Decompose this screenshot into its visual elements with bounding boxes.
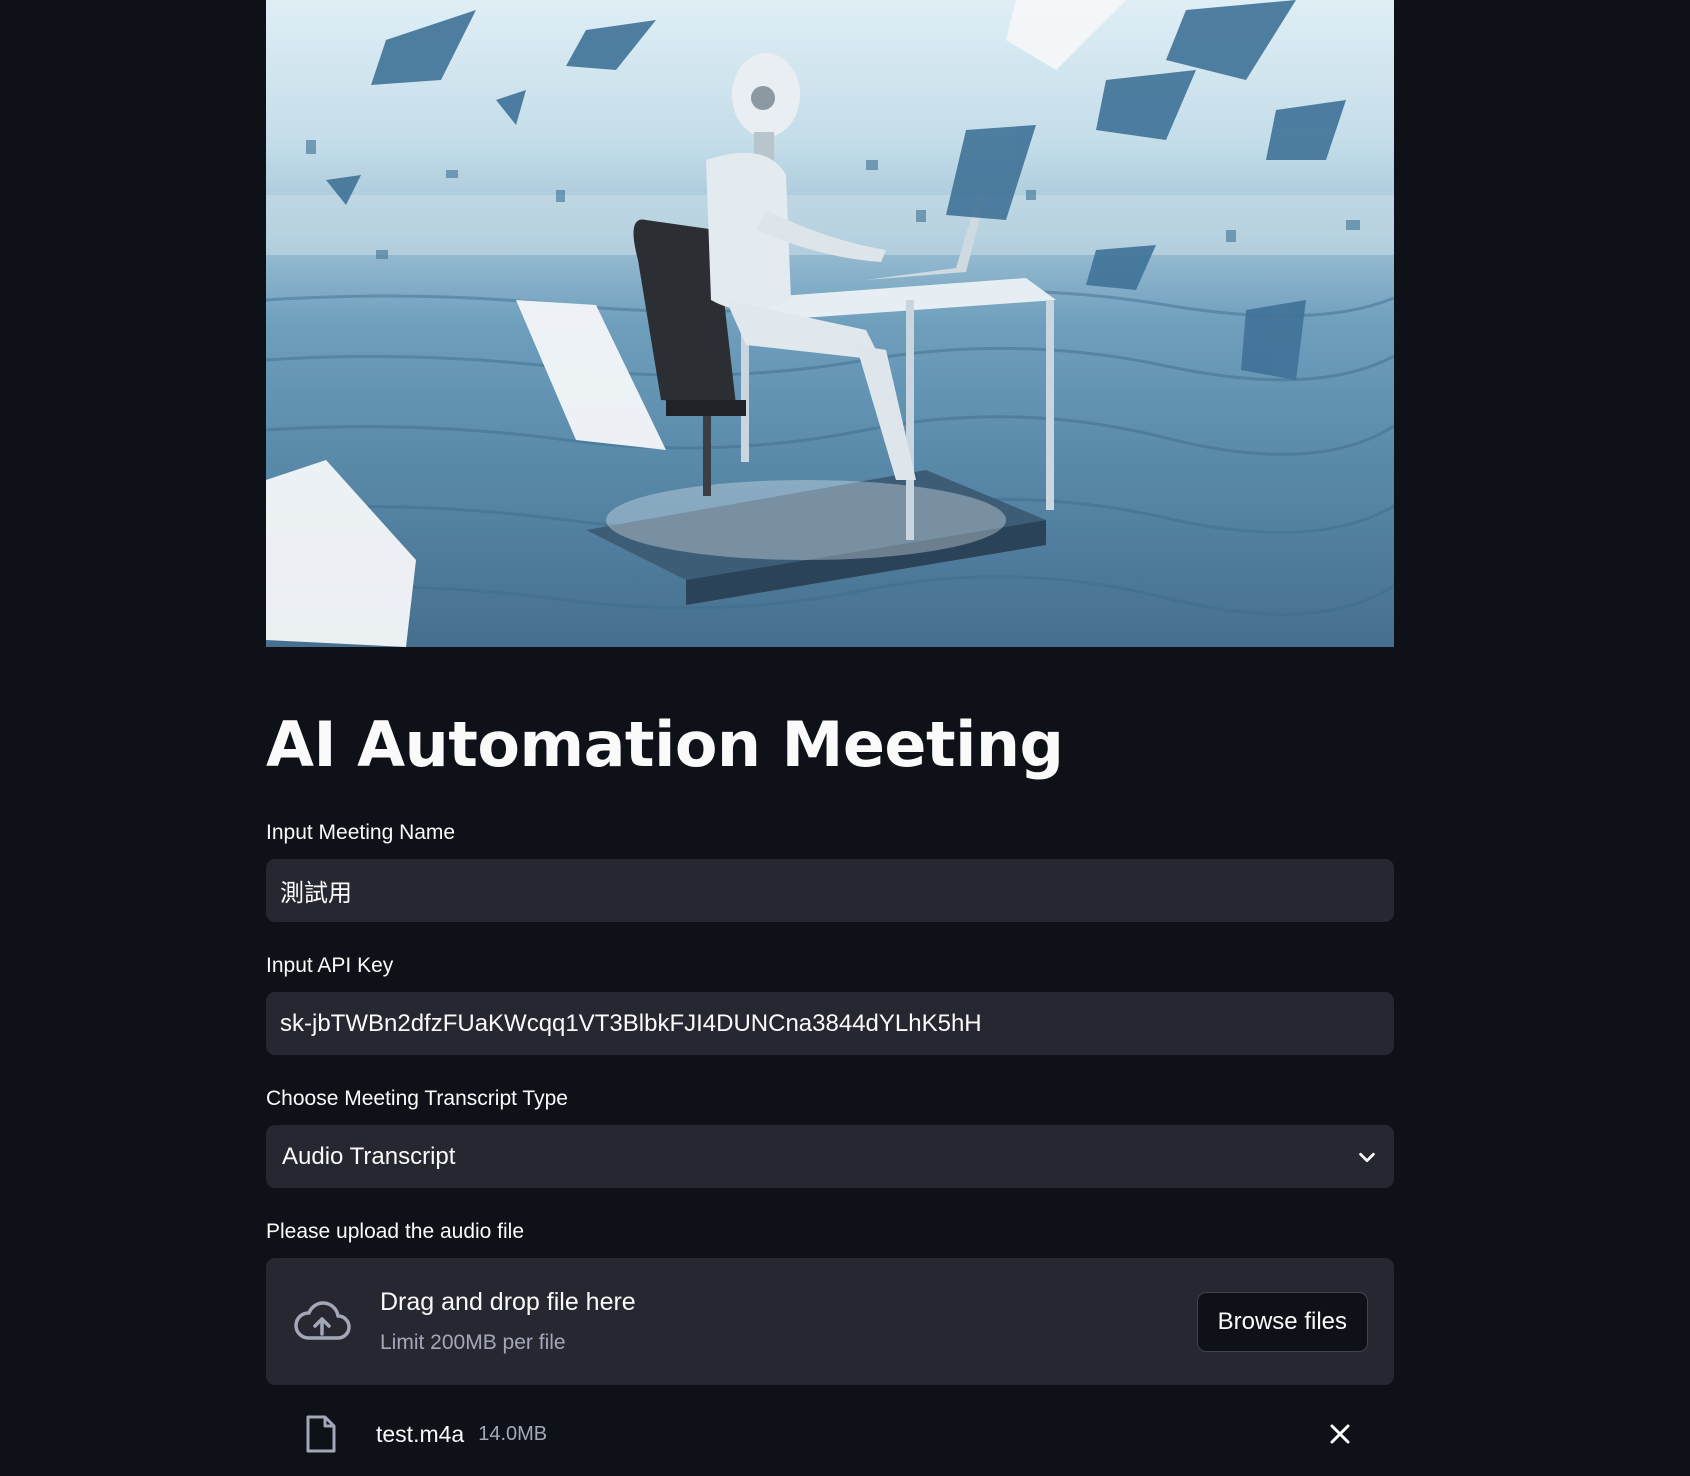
uploaded-file-name: test.m4a bbox=[376, 1420, 465, 1447]
dropzone-texts: Drag and drop file here Limit 200MB per … bbox=[380, 1288, 1197, 1355]
meeting-name-label: Input Meeting Name bbox=[266, 821, 456, 845]
file-dropzone[interactable]: Drag and drop file here Limit 200MB per … bbox=[266, 1258, 1394, 1386]
upload-field: Please upload the audio file Drag and dr… bbox=[266, 1220, 1394, 1386]
dropzone-instruction: Drag and drop file here bbox=[380, 1288, 636, 1317]
uploaded-file-item: test.m4a 14.0MB bbox=[266, 1399, 1394, 1469]
hero-image bbox=[266, 0, 1394, 647]
chevron-down-icon bbox=[1359, 1152, 1375, 1162]
api-key-field: Input API Key sk-jbTWBn2dfzFUaKWcqq1VT3B… bbox=[266, 954, 1394, 1056]
transcript-type-field: Choose Meeting Transcript Type Audio Tra… bbox=[266, 1087, 1394, 1189]
transcript-type-select[interactable]: Audio Transcript bbox=[266, 1125, 1394, 1189]
cloud-upload-icon bbox=[294, 1300, 351, 1340]
uploaded-file-size: 14.0MB bbox=[478, 1422, 548, 1445]
meeting-name-value: 測試用 bbox=[280, 880, 352, 908]
main-container: AI Automation Meeting Input Meeting Name… bbox=[266, 0, 1394, 1469]
close-icon[interactable] bbox=[1328, 1422, 1352, 1446]
page-title: AI Automation Meeting bbox=[266, 708, 1064, 781]
transcript-type-value: Audio Transcript bbox=[282, 1142, 456, 1170]
transcript-type-label: Choose Meeting Transcript Type bbox=[266, 1087, 568, 1111]
upload-label: Please upload the audio file bbox=[266, 1220, 525, 1244]
meeting-name-field: Input Meeting Name 測試用 bbox=[266, 821, 1394, 923]
api-key-label: Input API Key bbox=[266, 954, 394, 978]
file-icon bbox=[306, 1415, 336, 1453]
meeting-name-input[interactable]: 測試用 bbox=[266, 859, 1394, 923]
api-key-value: sk-jbTWBn2dfzFUaKWcqq1VT3BlbkFJI4DUNCna3… bbox=[280, 1009, 982, 1037]
dropzone-limit: Limit 200MB per file bbox=[380, 1331, 566, 1355]
browse-files-button[interactable]: Browse files bbox=[1196, 1291, 1368, 1352]
api-key-input[interactable]: sk-jbTWBn2dfzFUaKWcqq1VT3BlbkFJI4DUNCna3… bbox=[266, 992, 1394, 1056]
